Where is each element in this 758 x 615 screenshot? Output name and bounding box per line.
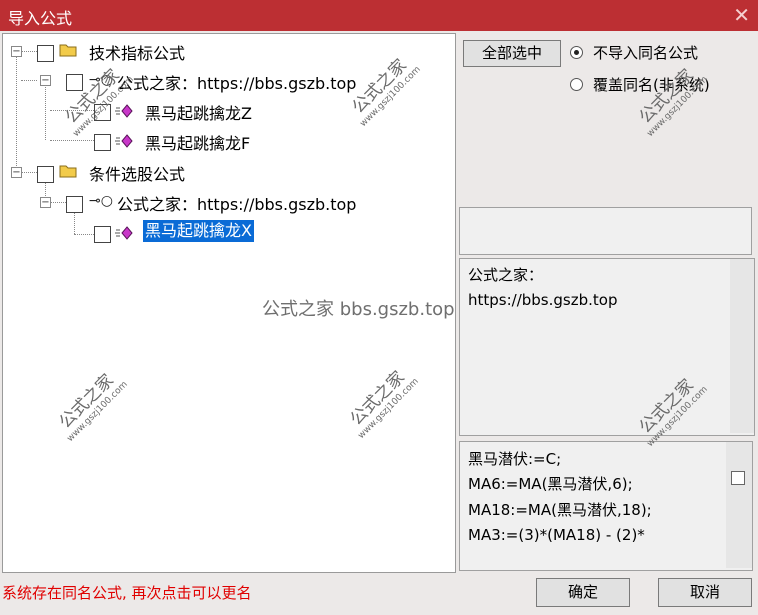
confirm-button[interactable]: 确定 [536,578,630,607]
tree-line [50,140,94,141]
tree-line [74,234,94,235]
checkbox-item[interactable] [94,226,111,243]
gem-icon [115,134,133,148]
code-line: MA3:=(3)*(MA18) - (2)* [468,526,645,544]
code-line: 黑马潜伏:=C; [468,450,562,468]
scrollbar[interactable] [730,259,754,433]
radio-dot [570,78,583,91]
info-panel: 公式之家： https://bbs.gszb.top [459,258,755,436]
gem-icon [115,104,133,118]
tree-line [21,80,37,81]
folder-icon [59,44,77,57]
tree-line [21,51,37,52]
tree-item-label[interactable]: 黑马起跳擒龙F [145,130,250,154]
tree-group2-sub-label: 公式之家：https://bbs.gszb.top [117,195,357,214]
tree-line [21,172,37,173]
tree-group1-label: 技术指标公式 [89,44,186,63]
radio-dot [570,46,583,59]
collapse-toggle[interactable]: − [11,167,22,178]
tree-item-label[interactable]: 黑马起跳擒龙Z [145,100,252,124]
checkbox-item[interactable] [94,134,111,151]
checkbox-group2-sub[interactable] [66,196,83,213]
checkbox-group1[interactable] [37,45,54,62]
center-watermark: 公式之家 bbs.gszb.top [262,299,455,320]
scrollbar[interactable] [726,442,752,568]
window-title: 导入公式 [8,9,73,28]
status-message: 系统存在同名公式, 再次点击可以更名 [2,584,252,602]
collapse-toggle[interactable]: − [11,46,22,57]
code-line: MA18:=MA(黑马潜伏,18); [468,501,652,519]
checkbox-group2[interactable] [37,166,54,183]
info-line-2: https://bbs.gszb.top [468,291,618,309]
tree-group2-label: 条件选股公式 [89,165,186,184]
tree-line [45,82,46,140]
select-all-button[interactable]: 全部选中 [463,40,561,67]
tree-line [50,202,66,203]
watermark: 公式之家 www.gszj100.com [632,57,710,139]
empty-field [459,207,752,255]
folder-icon [59,165,77,178]
tree-group1-sub-label: 公式之家：https://bbs.gszb.top [117,74,357,93]
code-line: MA6:=MA(黑马潜伏,6); [468,475,633,493]
title-bar: 导入公式 ✕ [0,0,758,31]
close-icon[interactable]: ✕ [733,3,750,27]
cancel-button[interactable]: 取消 [658,578,752,607]
gem-icon [115,226,133,240]
tree-item-label-selected[interactable]: 黑马起跳擒龙X [143,220,254,242]
collapse-toggle[interactable]: − [40,197,51,208]
info-line-1: 公式之家： [468,266,544,284]
tree-line [16,48,17,170]
collapse-toggle[interactable]: − [40,75,51,86]
radio-no-import[interactable]: 不导入同名公式 [570,42,698,63]
code-checkbox[interactable] [731,471,745,485]
key-icon: ⊸○ [89,193,113,209]
code-panel: 黑马潜伏:=C; MA6:=MA(黑马潜伏,6); MA18:=MA(黑马潜伏,… [459,441,753,571]
